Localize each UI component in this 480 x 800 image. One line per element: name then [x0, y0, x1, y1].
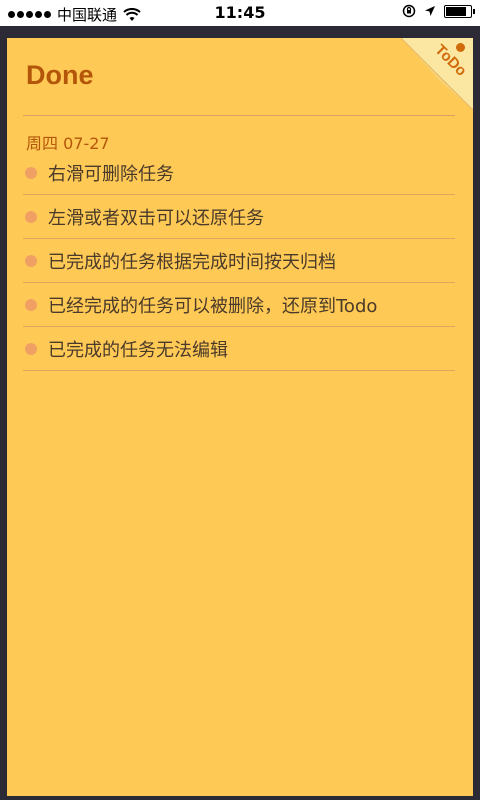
bullet-icon [25, 166, 37, 179]
page-title: Done [26, 60, 94, 90]
task-item[interactable]: 已完成的任务无法编辑 [23, 327, 455, 371]
bullet-icon [25, 210, 37, 223]
todo-corner-button[interactable]: ToDo [401, 38, 473, 110]
location-arrow-icon [425, 6, 435, 16]
title-divider [23, 115, 455, 116]
task-text: 已完成的任务根据完成时间按天归档 [48, 251, 336, 273]
task-text: 左滑或者双击可以还原任务 [48, 207, 264, 229]
task-text: 已完成的任务无法编辑 [48, 339, 228, 361]
task-item[interactable]: 已完成的任务根据完成时间按天归档 [23, 239, 455, 283]
done-note: Done ToDo 周四 07-27 右滑可删除任务 左滑或者双击可以还原任务 … [7, 38, 473, 796]
orientation-lock-icon [402, 4, 416, 18]
bullet-icon [25, 254, 37, 267]
status-bar: 中国联通 11:45 [0, 0, 480, 26]
task-text: 右滑可删除任务 [48, 163, 174, 185]
battery-icon [444, 4, 475, 18]
task-list: 右滑可删除任务 左滑或者双击可以还原任务 已完成的任务根据完成时间按天归档 已经… [23, 151, 455, 371]
task-item[interactable]: 已经完成的任务可以被删除，还原到Todo [23, 283, 455, 327]
task-text: 已经完成的任务可以被删除，还原到Todo [48, 295, 378, 317]
corner-dot [456, 43, 465, 52]
bullet-icon [25, 298, 37, 311]
task-item[interactable]: 左滑或者双击可以还原任务 [23, 195, 455, 239]
bullet-icon [25, 342, 37, 355]
task-item[interactable]: 右滑可删除任务 [23, 151, 455, 195]
status-right [402, 4, 475, 18]
